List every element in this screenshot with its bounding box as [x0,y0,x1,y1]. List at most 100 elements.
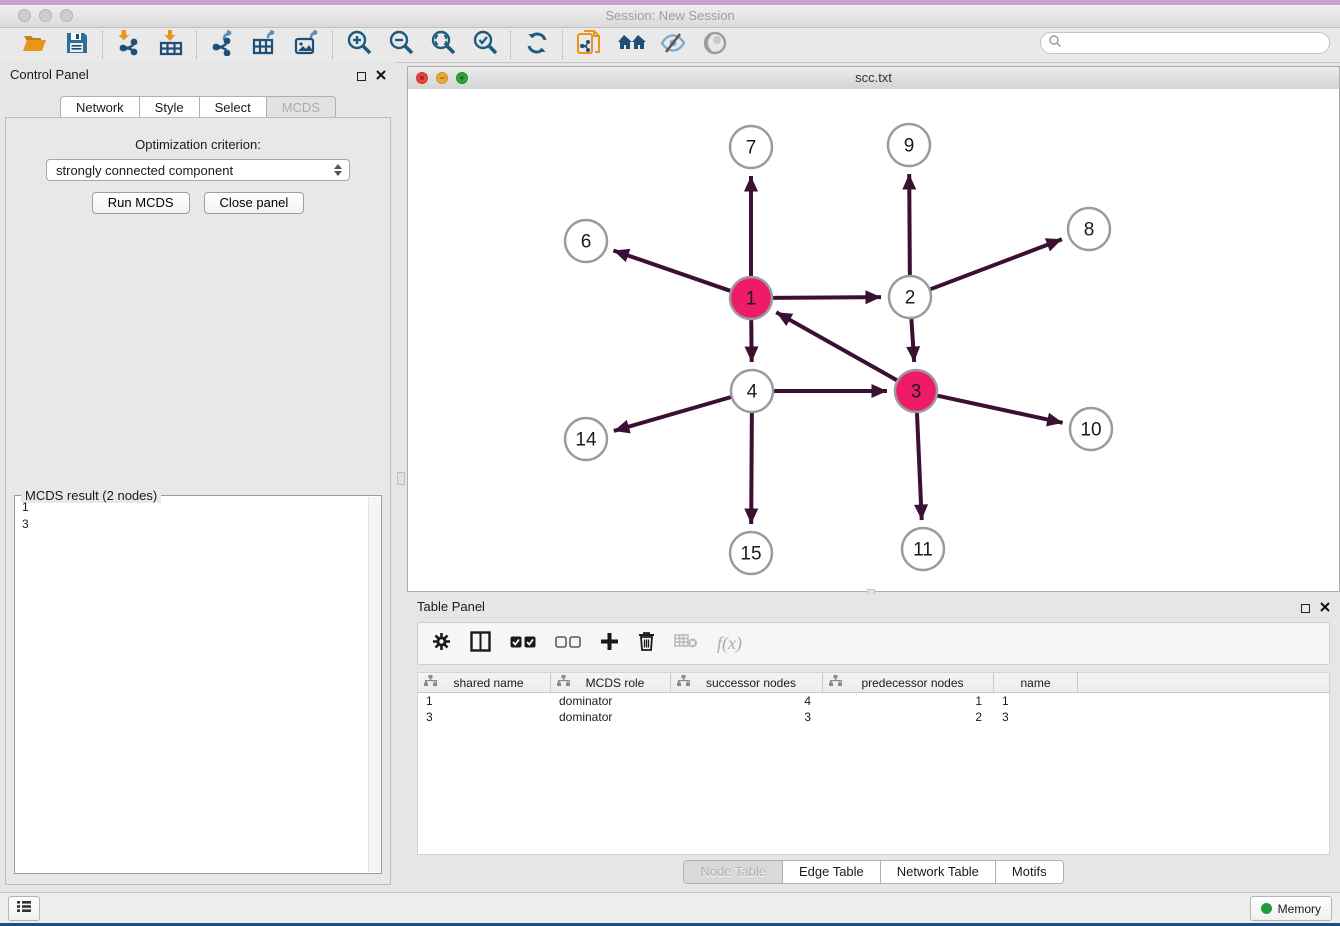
table-row[interactable]: 1dominator411 [418,693,1329,709]
edge-4-15[interactable] [751,413,752,524]
column-type-icon [418,675,437,690]
tab-mcds[interactable]: MCDS [267,96,336,119]
table-cell: 2 [823,710,994,724]
save-session-icon [65,31,89,60]
control-panel-title: Control Panel [10,67,89,82]
import-table-button[interactable] [158,32,184,58]
birds-eye-view-icon [702,30,728,61]
tab-edge-table[interactable]: Edge Table [783,860,881,884]
export-image-button[interactable] [294,32,320,58]
save-session-button[interactable] [64,32,90,58]
apply-layout-home-button[interactable] [618,32,644,58]
edge-4-14[interactable] [614,397,731,431]
table-row[interactable]: 3dominator323 [418,709,1329,725]
edge-2-3[interactable] [911,319,914,362]
node-3[interactable]: 3 [895,370,937,412]
column-label: predecessor nodes [842,676,993,690]
node-2[interactable]: 2 [889,276,931,318]
import-network-button[interactable] [116,32,142,58]
node-label: 11 [913,540,933,561]
column-label: MCDS role [570,676,670,690]
close-panel-button[interactable]: Close panel [204,192,305,214]
open-session-button[interactable] [22,32,48,58]
show-columns-button[interactable] [470,631,491,657]
zoom-out-button[interactable] [388,32,414,58]
column-header-successor-nodes[interactable]: successor nodes [671,673,823,692]
column-type-icon [823,675,842,690]
table-cell: 4 [671,694,823,708]
optimization-criterion-dropdown[interactable]: strongly connected component [46,159,350,181]
export-table-button[interactable] [252,32,278,58]
tab-style[interactable]: Style [140,96,200,119]
mcds-result-line: 1 [22,499,367,516]
node-label: 6 [581,232,592,253]
zoom-fit-button[interactable] [430,32,456,58]
control-panel-tabs: NetworkStyleSelectMCDS [0,96,396,119]
node-11[interactable]: 11 [902,528,944,570]
edge-1-6[interactable] [613,250,730,290]
node-7[interactable]: 7 [730,126,772,168]
tab-network-table[interactable]: Network Table [881,860,996,884]
result-scrollbar[interactable] [368,497,380,872]
edge-3-10[interactable] [937,396,1062,423]
tab-motifs[interactable]: Motifs [996,860,1064,884]
mcds-result-line: 3 [22,516,367,533]
add-row-plus-button[interactable] [600,632,619,656]
export-table-icon [252,30,279,61]
edge-2-8[interactable] [931,239,1062,289]
edge-2-9[interactable] [909,174,910,275]
dropdown-value: strongly connected component [56,163,233,178]
node-4[interactable]: 4 [731,370,773,412]
table-options-gear-button[interactable] [432,632,451,656]
node-label: 7 [746,138,757,159]
network-canvas[interactable]: 7 9 6 8 1 2 4 3 14 10 15 11 [408,89,1339,591]
column-header-predecessor-nodes[interactable]: predecessor nodes [823,673,994,692]
edge-1-2[interactable] [773,297,881,298]
tab-select[interactable]: Select [200,96,267,119]
tab-network[interactable]: Network [60,96,140,119]
open-network-from-ndex-button[interactable] [576,32,602,58]
hide-graphics-details-button[interactable] [660,32,686,58]
table-tab-bar: Node TableEdge TableNetwork TableMotifs [407,855,1340,888]
zoom-out-icon [388,29,415,61]
column-type-icon [551,675,570,690]
node-9[interactable]: 9 [888,124,930,166]
node-10[interactable]: 10 [1070,408,1112,450]
splitter-grip[interactable] [397,472,405,485]
network-graph: 7 9 6 8 1 2 4 3 14 10 15 11 [408,89,1339,591]
select-all-checks-button[interactable] [510,635,536,653]
float-table-panel-icon[interactable] [1301,604,1310,613]
close-table-panel-icon[interactable] [1320,599,1330,617]
function-builder-icon[interactable]: f(x) [717,633,742,654]
float-panel-icon[interactable] [357,72,366,81]
table-cell: 3 [994,710,1078,724]
node-8[interactable]: 8 [1068,208,1110,250]
hide-graphics-details-icon [659,31,687,60]
delete-trash-button[interactable] [638,631,655,656]
deselect-all-checks-button[interactable] [555,635,581,653]
table-cell: dominator [551,710,671,724]
column-header-name[interactable]: name [994,673,1078,692]
node-1[interactable]: 1 [730,277,772,319]
status-bar: Memory [0,892,1340,923]
vertical-splitter[interactable] [396,62,407,888]
export-network-button[interactable] [210,32,236,58]
zoom-in-button[interactable] [346,32,372,58]
zoom-selected-button[interactable] [472,32,498,58]
node-15[interactable]: 15 [730,532,772,574]
search-field[interactable] [1040,32,1330,54]
column-header-shared-name[interactable]: shared name [418,673,551,692]
edge-3-11[interactable] [917,413,922,520]
memory-button[interactable]: Memory [1250,896,1332,921]
edge-3-1[interactable] [776,312,897,380]
redraw-button[interactable] [524,32,550,58]
tab-node-table[interactable]: Node Table [683,860,783,884]
show-panels-button[interactable] [8,896,40,921]
birds-eye-view-button[interactable] [702,32,728,58]
run-mcds-button[interactable]: Run MCDS [92,192,190,214]
node-14[interactable]: 14 [565,418,607,460]
column-header-MCDS-role[interactable]: MCDS role [551,673,671,692]
close-panel-icon[interactable] [376,67,386,85]
delete-table-disabled-button [674,633,698,654]
node-6[interactable]: 6 [565,220,607,262]
